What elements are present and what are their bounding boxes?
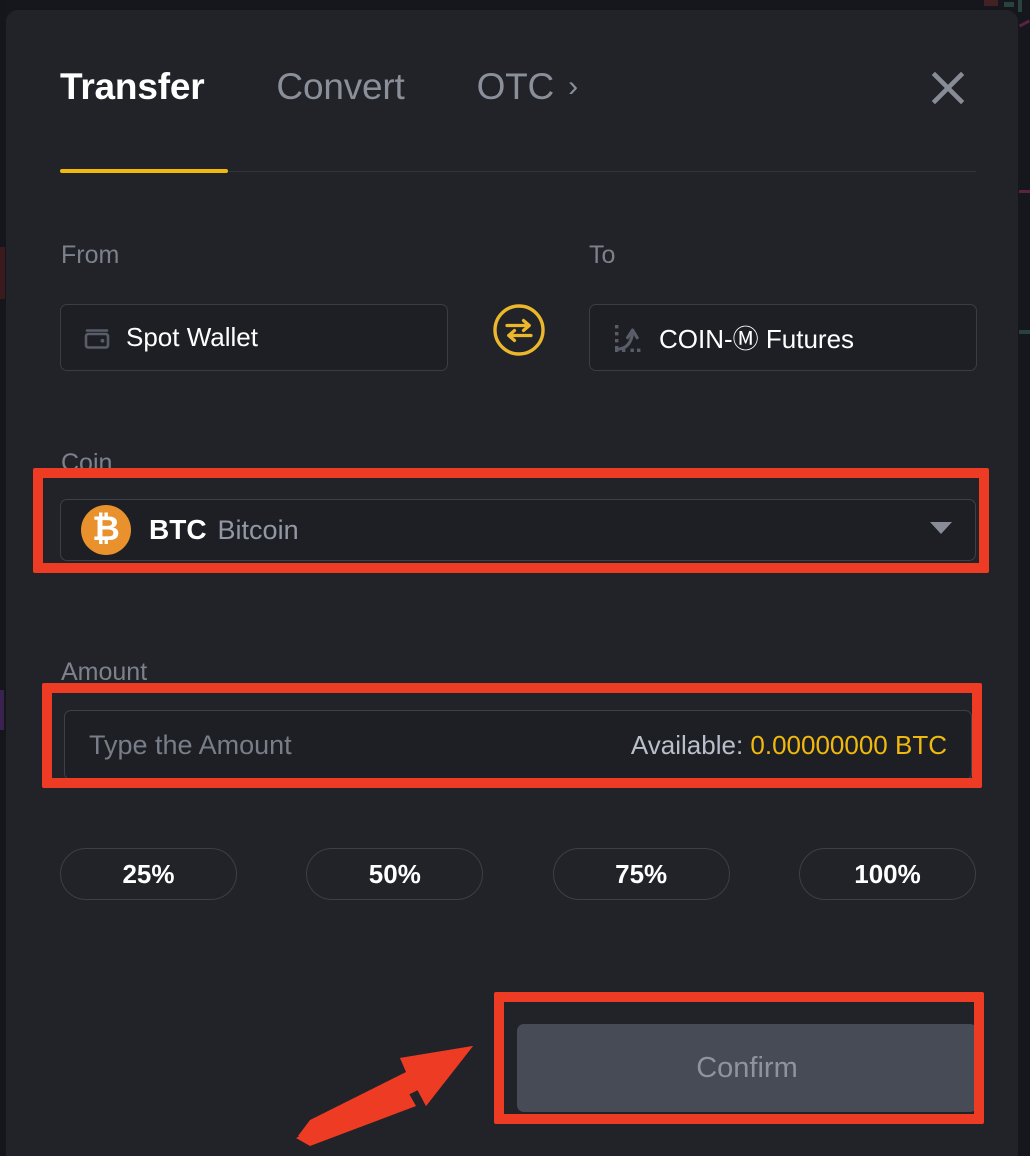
percent-button-75[interactable]: 75% [552,848,730,900]
to-wallet-value: COIN-Ⓜ Futures [659,324,855,354]
futures-chart-icon [612,322,646,354]
background-chart-mark [1004,2,1014,7]
background-chart-mark [984,0,998,6]
confirm-button[interactable]: Confirm [517,1024,977,1112]
coin-symbol: BTC [149,514,207,545]
transfer-modal: Transfer Convert OTC › From Spot Wallet [6,10,1018,1156]
amount-input[interactable] [89,729,615,761]
amount-field[interactable]: Available: 0.00000000 BTC [64,710,972,780]
percent-button-row: 25% 50% 75% 100% [60,848,976,900]
chevron-right-icon[interactable]: › [568,72,578,102]
close-icon[interactable] [924,64,972,112]
percent-button-100[interactable]: 100% [798,848,976,900]
caret-down-icon[interactable] [927,519,955,542]
background-chart-mark [1019,330,1030,334]
available-balance: Available: 0.00000000 BTC [631,730,947,761]
tab-convert[interactable]: Convert [276,66,404,108]
available-label: Available: [630,729,744,760]
background-chart-mark [1018,0,1022,12]
from-wallet-value: Spot Wallet [126,322,258,352]
active-tab-indicator [60,169,228,173]
amount-label: Amount [61,658,148,686]
tab-transfer[interactable]: Transfer [60,66,205,108]
background-chart-line [1019,190,1030,193]
coin-label: Coin [61,449,113,477]
from-label: From [61,241,120,269]
modal-tabs: Transfer Convert OTC › [60,66,578,108]
to-wallet-select[interactable]: COIN-Ⓜ Futures [589,304,977,371]
wallet-icon [83,325,113,351]
to-label: To [589,241,616,269]
bitcoin-icon: ₿ [81,505,131,555]
coin-selector[interactable]: ₿ BTC Bitcoin [60,499,976,561]
coin-name: Bitcoin [217,514,299,545]
bitcoin-glyph: ₿ [92,509,120,549]
swap-arrows-icon[interactable] [492,303,546,357]
screenshot-root: Transfer Convert OTC › From Spot Wallet [0,0,1030,1156]
background-left-marker [0,690,4,730]
background-chart-line [1018,19,1030,28]
percent-button-50[interactable]: 50% [306,848,484,900]
from-wallet-select[interactable]: Spot Wallet [60,304,448,371]
available-value: 0.00000000 BTC [750,729,947,760]
background-left-marker [0,247,5,299]
tab-otc[interactable]: OTC [477,66,555,108]
percent-button-25[interactable]: 25% [60,848,237,900]
